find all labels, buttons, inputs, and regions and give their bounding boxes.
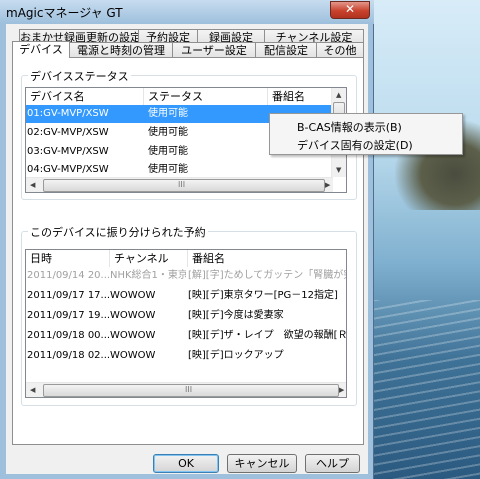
reservation-row[interactable]: 2011/09/17 19... WOWOW [映][デ]今度は愛妻家 — [26, 307, 346, 325]
scroll-thumb[interactable]: III — [43, 384, 339, 397]
tab-label: デバイス — [19, 43, 63, 56]
tab-power-time[interactable]: 電源と時刻の管理 — [69, 42, 173, 58]
wallpaper-waves — [370, 300, 480, 479]
reservation-list-horizontal-scrollbar[interactable]: ◀ III ▶ — [26, 382, 346, 397]
tab-streaming-settings[interactable]: 配信設定 — [255, 42, 317, 58]
close-button[interactable]: ✕ — [330, 1, 370, 19]
device-name: 01:GV-MVP/XSW — [27, 108, 109, 119]
tab-other[interactable]: その他 — [316, 42, 364, 58]
reservation-datetime: 2011/09/14 20... — [27, 270, 109, 281]
reservation-program: [映][デ]今度は愛妻家 — [188, 310, 284, 321]
ok-button[interactable]: OK — [153, 454, 219, 473]
group-title: デバイスステータス — [28, 68, 131, 84]
column-header-program[interactable]: 番組名 — [268, 88, 333, 105]
device-status: 使用可能 — [148, 146, 188, 157]
column-header-program[interactable]: 番組名 — [188, 250, 346, 267]
scroll-left-arrow-icon[interactable]: ◀ — [30, 386, 35, 394]
scroll-right-arrow-icon[interactable]: ▶ — [339, 386, 344, 394]
scroll-left-arrow-icon[interactable]: ◀ — [30, 181, 35, 189]
reservation-datetime: 2011/09/18 02... — [27, 350, 109, 361]
scroll-thumb[interactable]: III — [43, 179, 325, 192]
reservation-channel: WOWOW — [110, 290, 156, 301]
reservation-row[interactable]: 2011/09/14 20... NHK総合1・東京 [解][字]ためしてガッテ… — [26, 267, 346, 285]
reservation-program: [映][デ]東京タワー[PG－12指定] — [188, 290, 338, 301]
device-name: 02:GV-MVP/XSW — [27, 127, 109, 138]
reservation-row[interactable]: 2011/09/18 00... WOWOW [映][デ]ザ・レイプ 欲望の報酬… — [26, 327, 346, 345]
title-bar[interactable]: mAgicマネージャ GT ✕ — [0, 0, 374, 24]
group-title: このデバイスに振り分けられた予約 — [28, 224, 208, 240]
app-window: mAgicマネージャ GT ✕ おまかせ録画更新の設定 予約設定 録画設定 チャ… — [0, 0, 374, 479]
close-icon: ✕ — [344, 2, 356, 16]
menu-item-bcas-info[interactable]: B-CAS情報の表示(B) — [297, 119, 402, 135]
tab-label: ユーザー設定 — [181, 44, 247, 57]
window-title: mAgicマネージャ GT — [6, 6, 123, 20]
column-header-datetime[interactable]: 日時 — [26, 250, 110, 267]
device-context-menu: B-CAS情報の表示(B) デバイス固有の設定(D) — [269, 113, 463, 155]
column-header-device-name[interactable]: デバイス名 — [26, 88, 144, 105]
cancel-button[interactable]: キャンセル — [227, 454, 297, 473]
reservation-channel: NHK総合1・東京 — [110, 270, 186, 281]
reservation-channel: WOWOW — [110, 310, 156, 321]
reservation-program: [解][字]ためしてガッテン「腎臓が突然ダメ — [188, 270, 346, 281]
scroll-right-arrow-icon[interactable]: ▶ — [325, 181, 330, 189]
reservation-program: [映][デ]ロックアップ — [188, 350, 284, 361]
device-list-horizontal-scrollbar[interactable]: ◀ III ▶ — [26, 177, 333, 192]
tab-label: 配信設定 — [264, 44, 308, 57]
reservation-row[interactable]: 2011/09/17 17... WOWOW [映][デ]東京タワー[PG－12… — [26, 287, 346, 305]
reservation-channel: WOWOW — [110, 330, 156, 341]
tab-label: 電源と時刻の管理 — [77, 44, 165, 57]
reservation-list[interactable]: 日時 チャンネル 番組名 2011/09/14 20... NHK総合1・東京 … — [25, 249, 347, 398]
tab-label: その他 — [323, 44, 357, 57]
scroll-down-arrow-icon[interactable]: ▼ — [336, 166, 341, 174]
reservation-row[interactable]: 2011/09/18 02... WOWOW [映][デ]ロックアップ — [26, 347, 346, 365]
device-status: 使用可能 — [148, 108, 188, 119]
device-name: 03:GV-MVP/XSW — [27, 146, 109, 157]
tab-user-settings[interactable]: ユーザー設定 — [172, 42, 256, 58]
reservation-program: [映][デ]ザ・レイプ 欲望の報酬[Ｒ15＋指 — [188, 330, 347, 341]
scroll-grip: III — [178, 180, 186, 189]
tab-device[interactable]: デバイス — [12, 41, 70, 58]
column-header-status[interactable]: ステータス — [144, 88, 268, 105]
reservation-channel: WOWOW — [110, 350, 156, 361]
reservation-datetime: 2011/09/17 19... — [27, 310, 109, 321]
column-header-channel[interactable]: チャンネル — [110, 250, 188, 267]
device-status: 使用可能 — [148, 127, 188, 138]
help-button[interactable]: ヘルプ — [305, 454, 360, 473]
reservation-datetime: 2011/09/18 00... — [27, 330, 109, 341]
menu-item-device-settings[interactable]: デバイス固有の設定(D) — [297, 137, 413, 153]
scroll-grip: III — [185, 385, 193, 394]
scroll-up-arrow-icon[interactable]: ▲ — [336, 91, 341, 99]
reservation-datetime: 2011/09/17 17... — [27, 290, 109, 301]
